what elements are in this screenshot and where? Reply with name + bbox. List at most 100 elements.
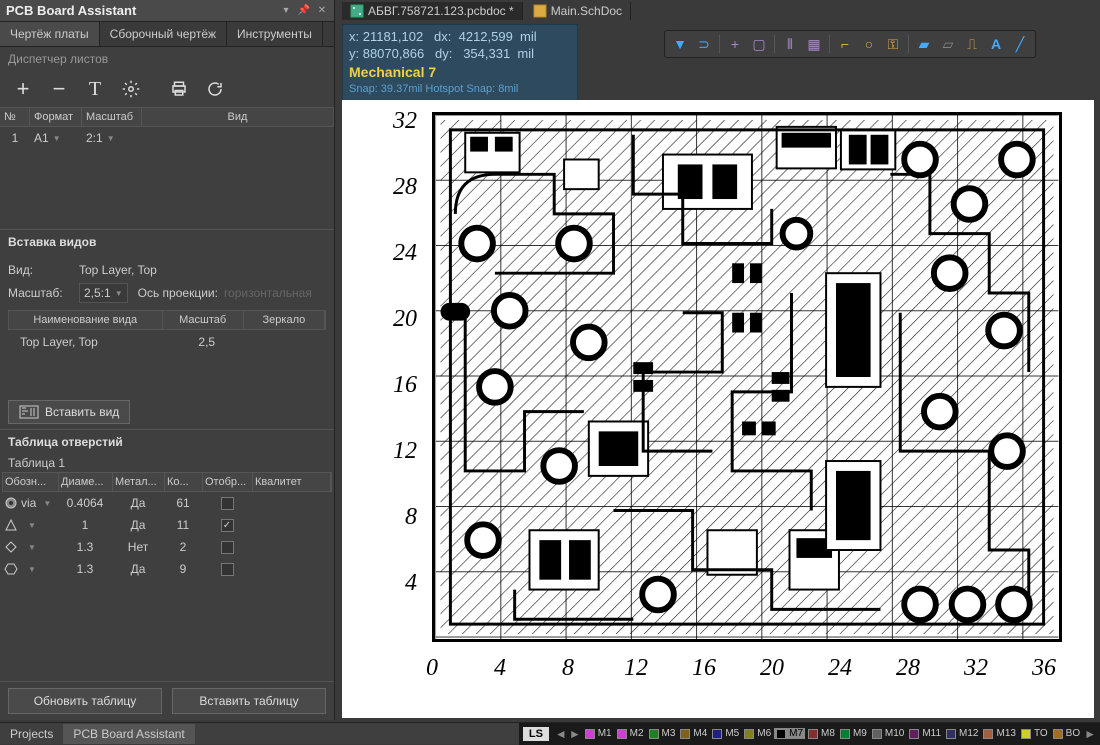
- col-viewscale[interactable]: Масштаб: [163, 311, 244, 329]
- magnet-icon[interactable]: ⊃: [693, 33, 715, 55]
- hole-show-checkbox[interactable]: [202, 561, 252, 578]
- layer-item-BO[interactable]: BO: [1051, 728, 1082, 739]
- layer-item-M2[interactable]: M2: [615, 728, 646, 739]
- pin-icon[interactable]: 📌: [298, 5, 310, 17]
- layer-item-M8[interactable]: M8: [806, 728, 837, 739]
- align-icon[interactable]: ⫴: [779, 33, 801, 55]
- layer-next-icon[interactable]: ►: [569, 727, 581, 741]
- layer-item-M12[interactable]: M12: [944, 728, 980, 739]
- col-show[interactable]: Отобр...: [203, 473, 253, 491]
- views-row[interactable]: Top Layer, Top 2,5: [8, 330, 326, 354]
- poly-icon[interactable]: ▱: [937, 33, 959, 55]
- x-tick-label: 8: [553, 655, 583, 682]
- update-table-button[interactable]: Обновить таблицу: [8, 688, 162, 714]
- sch-file-icon: [533, 4, 547, 18]
- insert-table-button[interactable]: Вставить таблицу: [172, 688, 326, 714]
- hole-show-checkbox[interactable]: ✓: [202, 517, 252, 534]
- col-quality[interactable]: Квалитет: [253, 473, 331, 491]
- layer-item-M4[interactable]: M4: [678, 728, 709, 739]
- layer-label: M7: [789, 728, 803, 739]
- holes-row[interactable]: ▼ 1.3 Нет 2: [2, 536, 332, 558]
- grid-icon[interactable]: ▦: [803, 33, 825, 55]
- holes-buttons: Обновить таблицу Вставить таблицу: [0, 681, 334, 720]
- col-mirror[interactable]: Зеркало: [244, 311, 325, 329]
- hole-dia: 1.3: [58, 538, 112, 556]
- holes-row[interactable]: ▼ 1.3 Да 9: [2, 558, 332, 580]
- scale-select[interactable]: 2,5:1▼: [79, 283, 128, 303]
- doc-tab-pcb[interactable]: АБВГ.758721.123.pcbdoc *: [342, 2, 523, 20]
- layer-item-M10[interactable]: M10: [870, 728, 906, 739]
- layer-item-M9[interactable]: M9: [838, 728, 869, 739]
- tab-tools[interactable]: Инструменты: [227, 22, 323, 46]
- refresh-icon[interactable]: [198, 74, 232, 104]
- hole-show-checkbox[interactable]: [202, 495, 252, 512]
- insert-view-button[interactable]: Вставить вид: [8, 400, 130, 424]
- via-icon[interactable]: ○: [858, 33, 880, 55]
- add-sheet-icon[interactable]: +: [6, 74, 40, 104]
- layer-item-M3[interactable]: M3: [647, 728, 678, 739]
- layer-label: BO: [1066, 728, 1080, 739]
- layer-item-M6[interactable]: M6: [742, 728, 773, 739]
- route-icon[interactable]: ⌐: [834, 33, 856, 55]
- remove-sheet-icon[interactable]: −: [42, 74, 76, 104]
- layer-item-M5[interactable]: M5: [710, 728, 741, 739]
- holes-subtitle: Таблица 1: [0, 454, 334, 472]
- hole-show-checkbox[interactable]: [202, 539, 252, 556]
- y-tick-label: 8: [377, 504, 417, 531]
- col-metal[interactable]: Метал...: [113, 473, 165, 491]
- key-icon[interactable]: ⚿: [882, 33, 904, 55]
- layer-label: M13: [996, 728, 1015, 739]
- ls-badge[interactable]: LS: [523, 727, 549, 741]
- layer-label: M11: [922, 728, 941, 739]
- text-icon[interactable]: T: [78, 74, 112, 104]
- holes-row[interactable]: via▼ 0.4064 Да 61: [2, 492, 332, 514]
- layer-label: M10: [885, 728, 904, 739]
- tab-drawing[interactable]: Чертёж платы: [0, 22, 100, 46]
- fill-icon[interactable]: ▰: [913, 33, 935, 55]
- crosshair-icon[interactable]: +: [724, 33, 746, 55]
- pcb-drawing: [435, 115, 1059, 639]
- col-dia[interactable]: Диаме...: [59, 473, 113, 491]
- layer-item-M1[interactable]: M1: [583, 728, 614, 739]
- sheet-row[interactable]: 1 A1▼ 2:1▼: [0, 127, 334, 149]
- sheet-format[interactable]: A1▼: [30, 129, 82, 147]
- layer-swatch-icon: [1021, 729, 1031, 739]
- col-num[interactable]: №: [0, 108, 30, 126]
- col-format[interactable]: Формат: [30, 108, 82, 126]
- print-icon[interactable]: [162, 74, 196, 104]
- layer-item-M7[interactable]: M7: [774, 728, 805, 739]
- pcb-canvas[interactable]: 32282420161284 04812162024283236: [342, 100, 1094, 718]
- col-viewname[interactable]: Наименование вида: [9, 311, 163, 329]
- col-count[interactable]: Ко...: [165, 473, 203, 491]
- layer-label: M6: [757, 728, 771, 739]
- sheet-scale[interactable]: 2:1▼: [82, 129, 142, 147]
- col-symbol[interactable]: Обозн...: [3, 473, 59, 491]
- col-view[interactable]: Вид: [142, 108, 334, 126]
- layer-prev-icon[interactable]: ◄: [555, 727, 567, 741]
- footer-bar: Projects PCB Board Assistant LS ◄ ► M1M2…: [0, 722, 1100, 744]
- doc-tab-sch[interactable]: Main.SchDoc: [525, 2, 631, 20]
- view-value[interactable]: Top Layer, Top: [79, 263, 157, 277]
- tab-assembly[interactable]: Сборочный чертёж: [100, 22, 227, 46]
- close-icon[interactable]: ✕: [316, 5, 328, 17]
- col-scale[interactable]: Масштаб: [82, 108, 142, 126]
- layer-scroll-icon[interactable]: ►: [1084, 727, 1096, 741]
- scale-label: Масштаб:: [8, 286, 73, 300]
- layer-item-M13[interactable]: M13: [981, 728, 1017, 739]
- gear-icon[interactable]: [114, 74, 148, 104]
- x-tick-label: 4: [485, 655, 515, 682]
- footer-tab-assistant[interactable]: PCB Board Assistant: [63, 724, 194, 744]
- filter-icon[interactable]: ▼: [669, 33, 691, 55]
- dropdown-icon[interactable]: ▾: [280, 5, 292, 17]
- layer-item-TO[interactable]: TO: [1019, 728, 1050, 739]
- doc-tab-pcb-label: АБВГ.758721.123.pcbdoc *: [368, 4, 514, 18]
- insert-view-label: Вставить вид: [45, 405, 119, 419]
- trace-icon[interactable]: ⎍: [961, 33, 983, 55]
- select-rect-icon[interactable]: ▢: [748, 33, 770, 55]
- text-tool-icon[interactable]: A: [985, 33, 1007, 55]
- layer-item-M11[interactable]: M11: [907, 728, 943, 739]
- line-icon[interactable]: ╱: [1009, 33, 1031, 55]
- holes-row[interactable]: ▼ 1 Да 11 ✓: [2, 514, 332, 536]
- footer-tab-projects[interactable]: Projects: [0, 724, 63, 744]
- layer-label: M8: [821, 728, 835, 739]
